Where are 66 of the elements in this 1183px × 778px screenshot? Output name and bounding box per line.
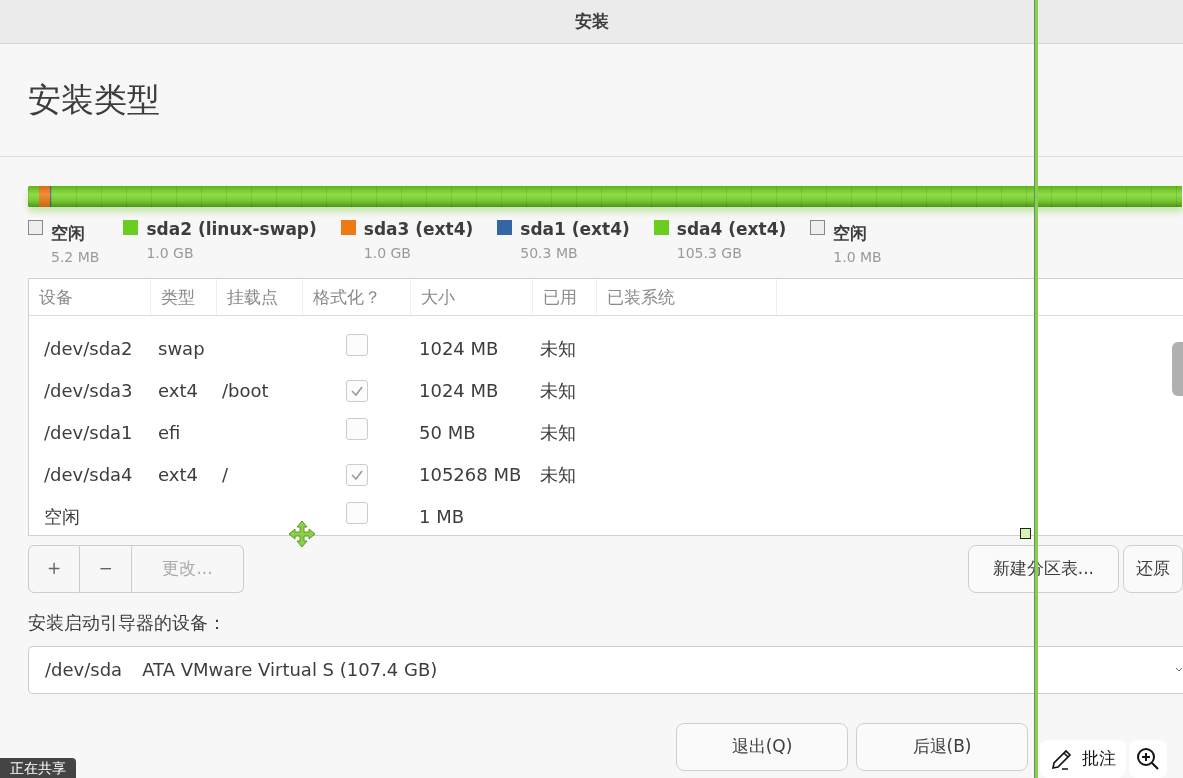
column-header[interactable]: 已装系统: [597, 278, 777, 315]
table-cell-text: 50 MB: [419, 421, 477, 445]
format-checkbox[interactable]: [346, 502, 368, 524]
legend-label: sda3 (ext4): [363, 218, 474, 241]
legend-size: 50.3 MB: [520, 243, 579, 263]
table-cell-text: /dev/sda1: [43, 421, 134, 445]
table-cell-text: /dev/sda3: [43, 379, 134, 403]
checkmark-icon: [350, 385, 364, 397]
chevron-down-icon: [1175, 666, 1183, 673]
column-header[interactable]: 已用: [533, 278, 597, 315]
device-path: /dev/sda: [45, 658, 123, 682]
legend-label: 空闲: [833, 222, 869, 245]
pencil-icon: [1050, 747, 1074, 771]
table-cell-text: 未知: [540, 421, 577, 445]
page-heading: 安装类型: [28, 79, 160, 122]
legend-label: sda1 (ext4): [520, 218, 630, 241]
legend-label: sda2 (linux-swap): [146, 218, 317, 241]
add-button[interactable]: +: [28, 544, 80, 593]
table-cell-text: /: [222, 463, 230, 487]
remove-button[interactable]: −: [80, 544, 132, 593]
table-cell-text: swap: [158, 337, 206, 361]
table-cell-text: ext4: [158, 463, 199, 487]
format-checkbox[interactable]: [346, 464, 368, 486]
annotate-button[interactable]: 批注: [1040, 740, 1126, 778]
zoom-in-icon: [1135, 746, 1161, 772]
column-header[interactable]: 大小: [411, 278, 533, 315]
table-cell-text: /dev/sda2: [43, 337, 134, 361]
table-cell-text: /boot: [222, 379, 270, 403]
legend-label: sda4 (ext4): [676, 218, 787, 241]
format-checkbox[interactable]: [346, 380, 368, 402]
table-cell-text: 未知: [540, 463, 577, 487]
resize-handle[interactable]: [1020, 528, 1031, 539]
sharing-banner: 正在共享: [0, 758, 76, 778]
table-cell-text: /dev/sda4: [43, 463, 134, 487]
side-panel-tab[interactable]: [1172, 342, 1183, 396]
column-header[interactable]: 类型: [151, 278, 217, 315]
table-cell-text: 1 MB: [419, 505, 466, 529]
format-checkbox[interactable]: [346, 334, 368, 356]
legend-label: 空闲: [51, 222, 86, 245]
column-header[interactable]: 挂载点: [217, 278, 303, 315]
legend-size: 1.0 GB: [146, 243, 195, 263]
table-cell-text: ext4: [158, 379, 199, 403]
legend-size: 1.0 GB: [363, 243, 412, 263]
zoom-in-button[interactable]: [1129, 740, 1167, 778]
table-cell-text: 空闲: [43, 505, 81, 529]
window-title: 安装: [574, 9, 609, 33]
checkmark-icon: [350, 469, 364, 481]
column-header[interactable]: 设备: [29, 278, 151, 315]
device-description: ATA VMware Virtual S (107.4 GB): [142, 658, 438, 682]
table-cell-text: 未知: [540, 379, 577, 403]
column-header[interactable]: 格式化？: [303, 278, 411, 315]
legend-size: 1.0 MB: [833, 247, 882, 267]
legend-size: 105.3 GB: [676, 243, 743, 263]
back-button[interactable]: 后退(B): [856, 722, 1028, 771]
format-checkbox[interactable]: [346, 418, 368, 440]
table-cell-text: 1024 MB: [419, 337, 500, 361]
table-cell-text: 105268 MB: [419, 463, 523, 487]
bootloader-dropdown[interactable]: /dev/sda ATA VMware Virtual S (107.4 GB): [28, 645, 1183, 694]
table-cell-text: 未知: [540, 337, 577, 361]
move-cursor-icon: [288, 520, 316, 548]
table-cell-text: efi: [158, 421, 182, 445]
bootloader-label: 安装启动引导器的设备：: [28, 610, 227, 635]
revert-button[interactable]: 还原: [1123, 544, 1183, 593]
legend-size: 5.2 MB: [51, 247, 100, 267]
quit-button[interactable]: 退出(Q): [676, 722, 848, 771]
table-cell-text: 1024 MB: [419, 379, 500, 403]
